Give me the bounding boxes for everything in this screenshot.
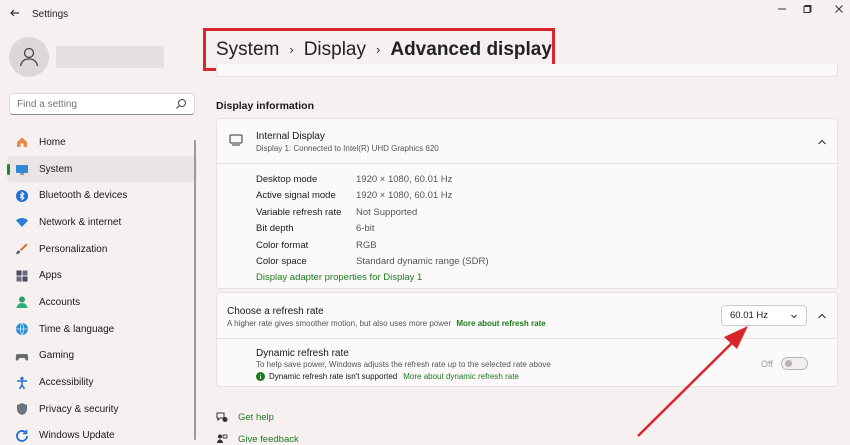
spec-row: Desktop mode 1920 × 1080, 60.01 Hz <box>256 171 489 188</box>
adapter-properties-link[interactable]: Display adapter properties for Display 1 <box>256 272 422 283</box>
search-input[interactable] <box>17 94 167 114</box>
app-title: Settings <box>32 9 69 20</box>
sidebar-item-home[interactable]: Home <box>7 129 197 156</box>
refresh-rate-subtitle: A higher rate gives smoother motion, but… <box>227 319 546 328</box>
info-icon <box>256 372 265 381</box>
spec-row: Color format RGB <box>256 237 489 254</box>
refresh-rate-title: Choose a refresh rate <box>227 306 324 317</box>
user-icon <box>19 47 39 67</box>
sidebar-item-time-language[interactable]: Time & language <box>7 316 197 343</box>
display-info-card: Internal Display Display 1: Connected to… <box>216 118 838 289</box>
shield-icon <box>15 402 29 416</box>
title-bar: Settings <box>0 0 850 30</box>
refresh-rate-dropdown[interactable]: 60.01 Hz <box>721 305 807 326</box>
account-icon <box>15 295 29 309</box>
sidebar-scrollbar[interactable] <box>194 140 196 440</box>
spec-label: Color space <box>256 256 307 268</box>
breadcrumb-system[interactable]: System <box>216 39 279 61</box>
wifi-icon <box>15 215 29 229</box>
system-icon <box>15 162 29 176</box>
back-arrow-icon[interactable] <box>6 6 24 24</box>
chevron-right-icon: › <box>376 42 381 57</box>
refresh-rate-header: Choose a refresh rate A higher rate give… <box>217 293 837 339</box>
sidebar-item-apps[interactable]: Apps <box>7 262 197 289</box>
spec-value: 1920 × 1080, 60.01 Hz <box>356 190 453 202</box>
globe-icon <box>15 322 29 336</box>
monitor-icon <box>229 134 243 146</box>
bluetooth-icon <box>15 189 29 203</box>
spec-value: RGB <box>356 239 377 251</box>
dynamic-refresh-title: Dynamic refresh rate <box>256 348 349 359</box>
chevron-up-icon[interactable] <box>816 310 828 322</box>
dynamic-refresh-warning: Dynamic refresh rate isn't supported Mor… <box>256 372 519 381</box>
feedback-icon <box>217 434 228 443</box>
gamepad-icon <box>15 349 29 363</box>
previous-card-edge <box>216 64 838 77</box>
sidebar-item-windows-update[interactable]: Windows Update <box>7 423 197 445</box>
search-box[interactable] <box>9 93 195 115</box>
breadcrumb-display[interactable]: Display <box>304 39 366 61</box>
get-help-link[interactable]: Get help <box>216 411 274 423</box>
display-spec-table: Desktop mode 1920 × 1080, 60.01 Hz Activ… <box>256 171 489 270</box>
display-subtitle: Display 1: Connected to Intel(R) UHD Gra… <box>256 144 439 153</box>
refresh-rate-card: Choose a refresh rate A higher rate give… <box>216 292 838 387</box>
spec-value: Not Supported <box>356 206 418 218</box>
more-about-dynamic-refresh-link[interactable]: More about dynamic refresh rate <box>403 372 519 381</box>
chevron-down-icon <box>791 314 797 319</box>
chevron-right-icon: › <box>289 42 294 57</box>
brush-icon <box>15 242 29 256</box>
refresh-rate-description: A higher rate gives smoother motion, but… <box>227 319 452 328</box>
chevron-up-icon[interactable] <box>816 136 828 148</box>
dynamic-refresh-toggle[interactable] <box>781 357 808 370</box>
help-icon <box>216 412 228 422</box>
spec-label: Color format <box>256 239 309 251</box>
section-title: Display information <box>216 100 315 112</box>
spec-row: Variable refresh rate Not Supported <box>256 204 489 221</box>
sidebar-item-privacy[interactable]: Privacy & security <box>7 396 197 423</box>
sidebar-item-personalization[interactable]: Personalization <box>7 236 197 263</box>
apps-icon <box>15 269 29 283</box>
home-icon <box>15 135 29 149</box>
spec-label: Desktop mode <box>256 173 318 185</box>
give-feedback-label: Give feedback <box>238 433 299 445</box>
update-icon <box>15 429 29 443</box>
display-info-header[interactable]: Internal Display Display 1: Connected to… <box>217 119 837 164</box>
page-title: Advanced display <box>390 38 552 60</box>
search-icon <box>176 99 186 109</box>
sidebar-item-gaming[interactable]: Gaming <box>7 343 197 370</box>
spec-value: 1920 × 1080, 60.01 Hz <box>356 173 453 185</box>
dynamic-refresh-subtitle: To help save power, Windows adjusts the … <box>256 360 551 369</box>
selected-refresh-rate: 60.01 Hz <box>730 310 769 321</box>
spec-value: 6-bit <box>356 223 375 235</box>
give-feedback-link[interactable]: Give feedback <box>216 433 299 445</box>
get-help-label: Get help <box>238 411 274 423</box>
accessibility-icon <box>15 376 29 390</box>
sidebar-item-system[interactable]: System <box>7 155 197 183</box>
spec-row: Bit depth 6-bit <box>256 221 489 238</box>
display-name: Internal Display <box>256 131 325 142</box>
user-name-redacted <box>56 46 164 68</box>
spec-label: Bit depth <box>256 223 294 235</box>
maximize-icon[interactable] <box>797 4 819 18</box>
toggle-knob <box>785 360 792 367</box>
spec-label: Variable refresh rate <box>256 206 342 218</box>
sidebar-item-accounts[interactable]: Accounts <box>7 289 197 316</box>
close-icon[interactable] <box>828 4 850 18</box>
minimize-icon[interactable] <box>771 4 793 18</box>
spec-row: Color space Standard dynamic range (SDR) <box>256 254 489 271</box>
sidebar-item-bluetooth[interactable]: Bluetooth & devices <box>7 182 197 209</box>
spec-row: Active signal mode 1920 × 1080, 60.01 Hz <box>256 188 489 205</box>
sidebar-item-network[interactable]: Network & internet <box>7 209 197 236</box>
avatar[interactable] <box>9 37 49 77</box>
dynamic-refresh-warning-text: Dynamic refresh rate isn't supported <box>269 372 398 381</box>
more-about-refresh-rate-link[interactable]: More about refresh rate <box>456 319 545 328</box>
spec-label: Active signal mode <box>256 190 336 202</box>
sidebar-item-accessibility[interactable]: Accessibility <box>7 369 197 396</box>
spec-value: Standard dynamic range (SDR) <box>356 256 489 268</box>
sidebar-nav: Home System Bluetooth & devices Network … <box>7 129 197 445</box>
toggle-state-label: Off <box>761 359 773 369</box>
